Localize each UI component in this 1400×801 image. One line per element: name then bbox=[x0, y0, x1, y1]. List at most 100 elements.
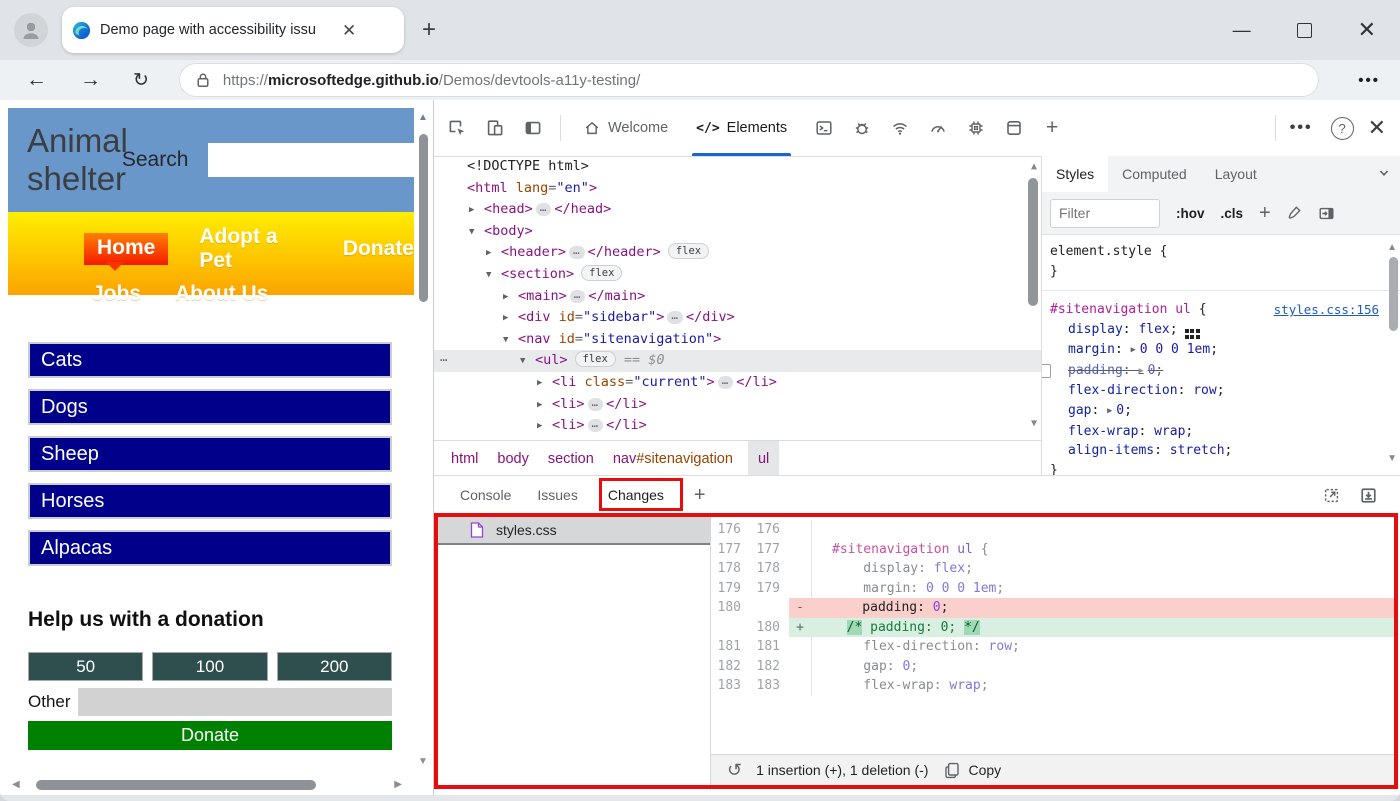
css-property[interactable]: gap: ▶ 0; bbox=[1050, 401, 1393, 422]
memory-icon[interactable] bbox=[961, 113, 991, 143]
scrollbar-thumb[interactable] bbox=[419, 134, 428, 302]
site-nav-link[interactable]: Donate bbox=[343, 237, 414, 261]
undock-drawer-icon[interactable] bbox=[1322, 486, 1341, 505]
element-style-rule[interactable]: element.style { } bbox=[1042, 235, 1400, 290]
property-checkbox[interactable] bbox=[1042, 363, 1051, 378]
forward-button[interactable]: → bbox=[80, 68, 101, 92]
dom-row[interactable]: ▼ <section> flex bbox=[434, 264, 1041, 286]
tab-console[interactable]: Console bbox=[460, 487, 511, 503]
pseudo-state-toggle[interactable]: :hov bbox=[1176, 206, 1205, 221]
scroll-down-icon[interactable]: ▼ bbox=[418, 756, 428, 767]
breadcrumb-item[interactable]: nav #sitenavigation bbox=[611, 441, 735, 476]
rendering-brush-icon[interactable] bbox=[1285, 204, 1303, 222]
expand-arrow-icon[interactable]: ▶ bbox=[537, 373, 552, 395]
device-emulation-icon[interactable] bbox=[480, 113, 510, 143]
category-button[interactable]: Sheep bbox=[28, 436, 392, 472]
bug-icon[interactable] bbox=[847, 113, 877, 143]
scrollbar-thumb[interactable] bbox=[36, 780, 316, 790]
window-close-button[interactable]: ✕ bbox=[1358, 17, 1376, 43]
console-tool-icon[interactable] bbox=[809, 113, 839, 143]
tab-changes[interactable]: Changes bbox=[608, 487, 664, 503]
tab-welcome[interactable]: Welcome bbox=[569, 100, 682, 156]
styles-filter-input[interactable] bbox=[1050, 198, 1160, 228]
address-bar[interactable]: https://microsoftedge.github.io/Demos/de… bbox=[178, 63, 1319, 97]
devtools-menu-icon[interactable]: ••• bbox=[1290, 119, 1313, 137]
scroll-right-icon[interactable]: ▶ bbox=[394, 779, 402, 790]
inspect-icon[interactable] bbox=[442, 113, 472, 143]
tab-elements[interactable]: </> Elements bbox=[682, 100, 801, 156]
collapsed-content-icon[interactable]: … bbox=[569, 245, 585, 260]
expand-arrow-icon[interactable]: ▼ bbox=[503, 330, 518, 352]
stylesheet-link[interactable]: styles.css:156 bbox=[1274, 300, 1379, 320]
collapsed-content-icon[interactable]: … bbox=[569, 289, 586, 303]
lock-icon[interactable] bbox=[193, 70, 213, 90]
amount-button[interactable]: 100 bbox=[152, 652, 268, 681]
reload-button[interactable]: ↻ bbox=[133, 69, 149, 92]
adorner-menu-icon[interactable]: ⋯ bbox=[440, 350, 448, 372]
expand-arrow-icon[interactable]: ▼ bbox=[486, 265, 501, 287]
dom-row[interactable]: <html lang="en"> bbox=[434, 178, 1041, 200]
dom-row[interactable]: <!DOCTYPE html> bbox=[434, 156, 1041, 178]
css-property[interactable]: margin: ▶ 0 0 0 1em; bbox=[1050, 340, 1393, 361]
css-property[interactable]: flex-wrap: wrap; bbox=[1050, 422, 1393, 442]
css-property[interactable]: align-items: stretch; bbox=[1050, 441, 1393, 461]
browser-tab[interactable]: Demo page with accessibility issu ✕ bbox=[62, 7, 404, 53]
css-property[interactable]: padding: ▶ 0; bbox=[1042, 361, 1393, 382]
collapsed-content-icon[interactable]: … bbox=[717, 375, 734, 389]
browser-menu-icon[interactable]: ••• bbox=[1358, 72, 1380, 89]
site-nav-link[interactable]: Adopt a Pet bbox=[199, 225, 311, 273]
close-drawer-icon[interactable] bbox=[1359, 486, 1378, 505]
css-selector[interactable]: #sitenavigation ul bbox=[1050, 302, 1191, 317]
dom-row[interactable]: ⋯ ▼ <ul> flex == $0 bbox=[434, 350, 1041, 372]
class-toggle[interactable]: .cls bbox=[1221, 206, 1244, 221]
computed-panel-icon[interactable] bbox=[1317, 204, 1336, 223]
expand-arrow-icon[interactable]: ▶ bbox=[537, 395, 552, 417]
site-nav-link[interactable]: About Us bbox=[175, 282, 268, 306]
breadcrumb-item[interactable]: html bbox=[449, 441, 480, 476]
site-nav-link[interactable]: Jobs bbox=[92, 282, 141, 306]
dom-row[interactable]: ▶ <head>… </head> bbox=[434, 199, 1041, 221]
dom-row[interactable]: ▶<li>…</li> bbox=[434, 394, 1041, 416]
window-minimize-button[interactable]: — bbox=[1233, 20, 1251, 41]
search-input[interactable] bbox=[208, 143, 419, 177]
scroll-up-icon[interactable]: ▲ bbox=[1387, 242, 1397, 253]
scroll-down-icon[interactable]: ▼ bbox=[1387, 453, 1397, 464]
dom-row[interactable]: ▶ <header>… </header> flex bbox=[434, 242, 1041, 264]
tab-issues[interactable]: Issues bbox=[537, 487, 577, 503]
css-property[interactable]: display: flex; bbox=[1050, 320, 1393, 340]
category-button[interactable]: Alpacas bbox=[28, 530, 392, 566]
expand-arrow-icon[interactable]: ▶ bbox=[486, 243, 501, 265]
expand-arrow-icon[interactable]: ▼ bbox=[469, 222, 484, 244]
site-nav-link[interactable]: Home bbox=[84, 233, 169, 271]
devtools-close-icon[interactable]: ✕ bbox=[1368, 115, 1386, 141]
amount-button[interactable]: 200 bbox=[276, 652, 392, 681]
donate-button[interactable]: Donate bbox=[28, 721, 392, 750]
page-horizontal-scrollbar[interactable]: ◀ ▶ bbox=[8, 776, 414, 794]
new-style-rule-icon[interactable]: + bbox=[1259, 202, 1271, 225]
collapsed-content-icon[interactable]: … bbox=[587, 397, 604, 411]
dom-row[interactable]: ▶ <li class="current">… </li> bbox=[434, 372, 1041, 394]
breadcrumb-item[interactable]: body bbox=[495, 441, 530, 476]
dom-row[interactable]: ▼ <body> bbox=[434, 221, 1041, 243]
dom-row[interactable]: ▶ <div id="sidebar">… </div> bbox=[434, 307, 1041, 329]
performance-icon[interactable] bbox=[923, 113, 953, 143]
flex-badge[interactable]: flex bbox=[574, 351, 616, 368]
expand-arrow-icon[interactable]: ▶ bbox=[469, 200, 484, 222]
drawer-add-tab-icon[interactable]: + bbox=[694, 484, 706, 507]
help-icon[interactable]: ? bbox=[1330, 116, 1354, 140]
profile-avatar-icon[interactable] bbox=[14, 13, 48, 47]
tab-computed[interactable]: Computed bbox=[1108, 156, 1201, 192]
window-maximize-button[interactable] bbox=[1296, 22, 1312, 38]
flex-badge[interactable]: flex bbox=[667, 243, 710, 260]
application-icon[interactable] bbox=[999, 113, 1029, 143]
changed-file-item[interactable]: styles.css bbox=[438, 517, 710, 545]
expand-arrow-icon[interactable]: ▶ bbox=[537, 416, 552, 438]
category-button[interactable]: Dogs bbox=[28, 389, 392, 425]
more-tools-add-icon[interactable]: + bbox=[1037, 113, 1067, 143]
new-tab-button[interactable]: + bbox=[422, 16, 436, 44]
collapsed-content-icon[interactable]: … bbox=[587, 418, 604, 433]
css-property[interactable]: flex-direction: row; bbox=[1050, 381, 1393, 401]
breadcrumb-item[interactable]: ul bbox=[747, 441, 780, 476]
scroll-up-icon[interactable]: ▲ bbox=[418, 112, 428, 123]
back-button[interactable]: ← bbox=[26, 68, 47, 92]
